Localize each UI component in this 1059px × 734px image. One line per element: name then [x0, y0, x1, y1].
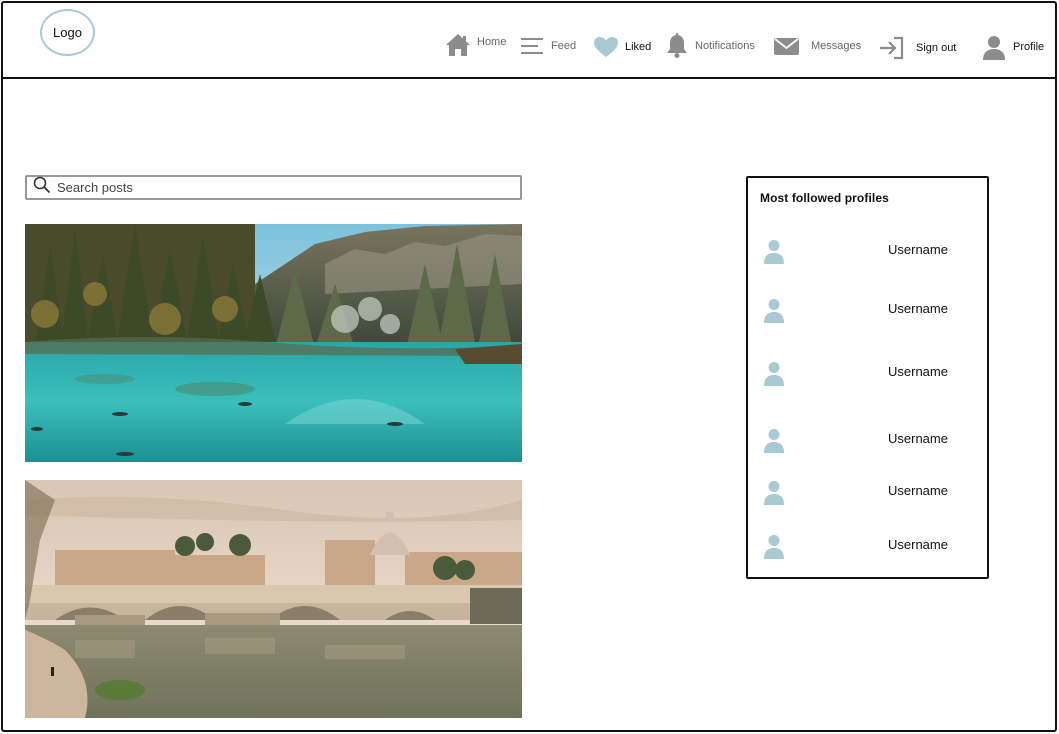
profile-username: Username	[888, 431, 948, 446]
nav-messages[interactable]: Messages	[773, 36, 861, 56]
avatar-icon	[762, 360, 786, 391]
envelope-icon	[773, 36, 801, 56]
home-icon	[445, 33, 471, 57]
avatar-icon	[762, 479, 786, 510]
nav-liked[interactable]: Liked	[593, 36, 651, 58]
profile-username: Username	[888, 483, 948, 498]
logo-label: Logo	[53, 25, 82, 40]
bell-icon	[665, 33, 689, 59]
nav-feed[interactable]: Feed	[520, 36, 576, 56]
profile-row[interactable]: Username	[762, 236, 982, 266]
search-icon	[33, 176, 51, 199]
most-followed-panel: Most followed profiles Username Username…	[746, 176, 989, 579]
profile-username: Username	[888, 537, 948, 552]
nav-notifications-label: Notifications	[695, 40, 755, 52]
profile-row[interactable]: Username	[762, 477, 982, 507]
nav-profile-label: Profile	[1013, 41, 1045, 53]
post-image-lake[interactable]	[25, 224, 522, 462]
user-icon	[981, 34, 1007, 60]
profile-row[interactable]: Username	[762, 358, 982, 388]
nav-feed-label: Feed	[551, 40, 577, 52]
profile-username: Username	[888, 364, 948, 379]
avatar-icon	[762, 238, 786, 269]
panel-title: Most followed profiles	[760, 191, 889, 205]
avatar-icon	[762, 427, 786, 458]
nav-liked-label: Liked	[625, 41, 652, 53]
top-header: Logo Home Feed Liked Notifications Messa…	[1, 1, 1057, 79]
profile-row[interactable]: Username	[762, 531, 982, 561]
avatar-icon	[762, 297, 786, 328]
nav-home[interactable]: Home	[445, 33, 506, 57]
sign-out-icon	[878, 36, 906, 60]
profile-username: Username	[888, 301, 948, 316]
logo[interactable]: Logo	[40, 9, 95, 56]
heart-icon	[593, 36, 619, 58]
feed-icon	[520, 36, 545, 56]
nav-messages-label: Messages	[811, 40, 862, 52]
nav-sign-out-label: Sign out	[916, 42, 957, 54]
nav-profile[interactable]: Profile	[981, 34, 1044, 60]
profile-row[interactable]: Username	[762, 425, 982, 455]
nav-home-label: Home	[477, 36, 507, 48]
avatar-icon	[762, 533, 786, 564]
nav-sign-out[interactable]: Sign out	[878, 36, 956, 60]
profile-row[interactable]: Username	[762, 295, 982, 325]
search-input[interactable]	[57, 180, 497, 195]
search-bar	[25, 175, 522, 200]
profile-username: Username	[888, 242, 948, 257]
nav-notifications[interactable]: Notifications	[665, 33, 755, 59]
post-image-bridge[interactable]	[25, 480, 522, 718]
